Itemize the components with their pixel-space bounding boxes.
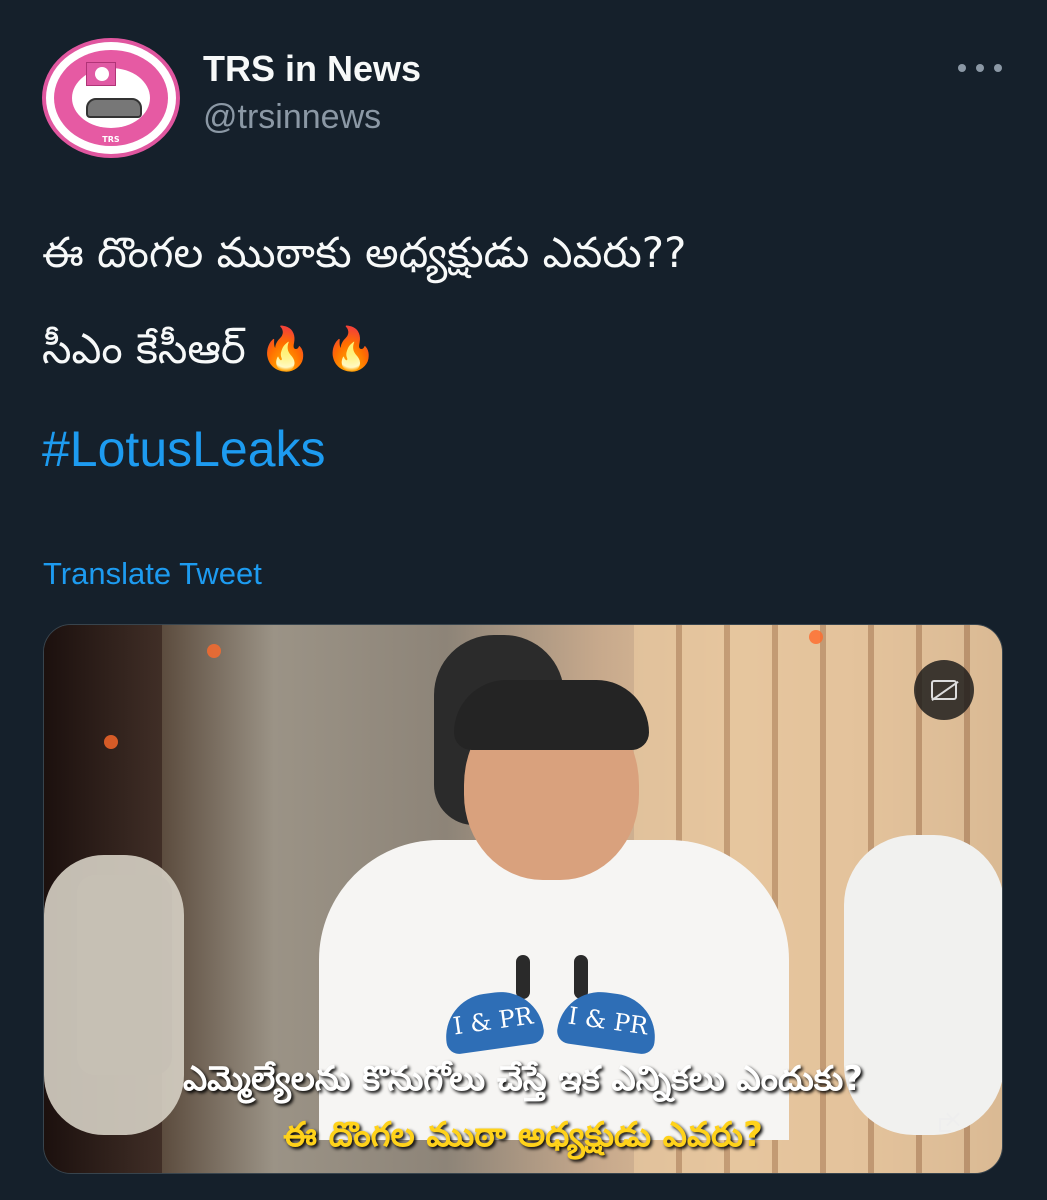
author-name[interactable]: TRS in News	[203, 48, 421, 90]
tweet-text-line1: ఈ దొంగల ముఠాకు అధ్యక్షుడు ఎవరు??	[42, 228, 687, 277]
flag-icon	[86, 62, 116, 86]
video-subtitle-line2: ఈ దొంగల ముఠా అధ్యక్షుడు ఎవరు?	[283, 1115, 763, 1155]
light-glow	[207, 644, 221, 658]
mute-icon	[937, 1105, 963, 1135]
more-icon	[976, 64, 984, 72]
tweet-text-line2: సీఎం కేసీఆర్ 🔥 🔥	[42, 324, 378, 373]
avatar-logo-text: TRS	[102, 135, 120, 144]
mute-button[interactable]	[929, 1103, 969, 1143]
captions-button[interactable]	[914, 660, 974, 720]
microphone-right	[574, 955, 588, 999]
light-glow	[104, 735, 118, 749]
video-player[interactable]: I & PR I & PR ఎమ్మెల్యేలను కొనుగోలు చేస్…	[43, 624, 1003, 1174]
more-icon	[958, 64, 966, 72]
more-icon	[994, 64, 1002, 72]
translate-tweet-link[interactable]: Translate Tweet	[43, 556, 262, 592]
more-button[interactable]	[958, 58, 1002, 78]
seal-icon	[95, 67, 109, 81]
light-glow	[809, 630, 823, 644]
car-icon	[86, 98, 142, 118]
video-subtitle-line1: ఎమ్మెల్యేలను కొనుగోలు చేస్తే ఇక ఎన్నికలు…	[182, 1059, 864, 1099]
avatar[interactable]: TRS	[42, 38, 180, 158]
hashtag-link[interactable]: #LotusLeaks	[42, 420, 326, 478]
captions-icon	[931, 680, 957, 700]
author-handle[interactable]: @trsinnews	[203, 98, 381, 137]
main-person-hair	[454, 680, 649, 750]
microphone-left	[516, 955, 530, 999]
